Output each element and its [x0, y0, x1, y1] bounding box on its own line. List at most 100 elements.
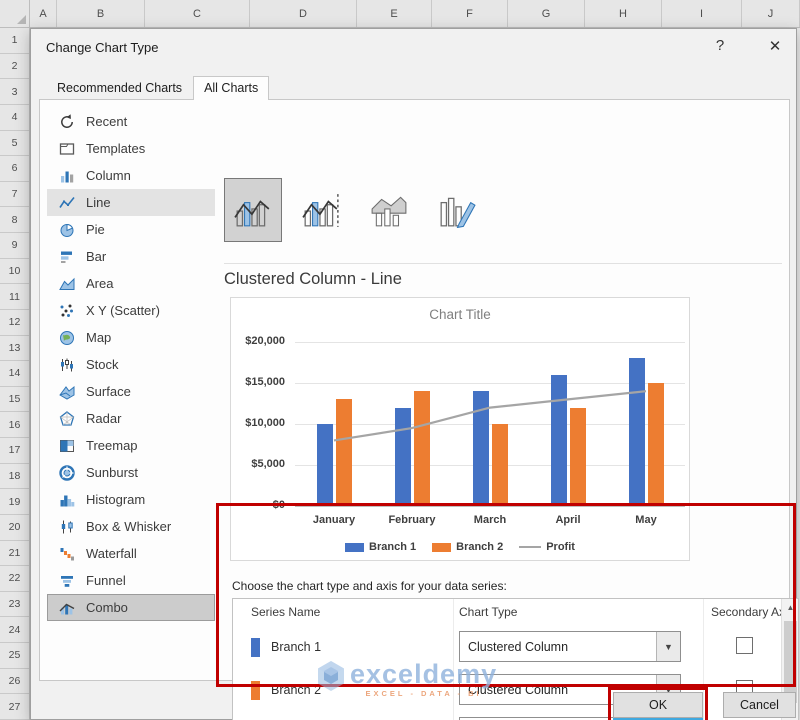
- scatter-icon: [58, 302, 76, 320]
- tab-recommended-charts[interactable]: Recommended Charts: [46, 76, 193, 100]
- sidebar-item-label: Histogram: [86, 492, 145, 507]
- row-header-8[interactable]: 8: [0, 207, 29, 233]
- row-header-7[interactable]: 7: [0, 182, 29, 208]
- column-headers[interactable]: ABCDEFGHIJ: [30, 0, 800, 28]
- subtype-clustered-column-line-secondary-axis-icon[interactable]: [292, 178, 350, 242]
- sidebar-item-waterfall[interactable]: Waterfall: [47, 540, 215, 567]
- chart-subtype-strip: [224, 178, 486, 242]
- sidebar-item-line[interactable]: Line: [47, 189, 215, 216]
- sidebar-item-label: Templates: [86, 141, 145, 156]
- row-header-6[interactable]: 6: [0, 156, 29, 182]
- subtype-stacked-area-clustered-column-icon[interactable]: [360, 178, 418, 242]
- row-header-13[interactable]: 13: [0, 336, 29, 362]
- row-header-14[interactable]: 14: [0, 361, 29, 387]
- sidebar-item-sunburst[interactable]: Sunburst: [47, 459, 215, 486]
- row-header-1[interactable]: 1: [0, 28, 29, 54]
- row-header-10[interactable]: 10: [0, 259, 29, 285]
- sidebar-item-label: Treemap: [86, 438, 138, 453]
- sidebar-item-funnel[interactable]: Funnel: [47, 567, 215, 594]
- sidebar-item-bar[interactable]: Bar: [47, 243, 215, 270]
- row-header-9[interactable]: 9: [0, 233, 29, 259]
- row-header-21[interactable]: 21: [0, 541, 29, 567]
- row-header-25[interactable]: 25: [0, 643, 29, 669]
- bar-branch-2: [648, 383, 664, 506]
- column-header-A[interactable]: A: [30, 0, 57, 27]
- row-header-23[interactable]: 23: [0, 592, 29, 618]
- sidebar-item-surface[interactable]: Surface: [47, 378, 215, 405]
- row-headers[interactable]: 1234567891011121314151617181920212223242…: [0, 28, 30, 720]
- scrollbar-thumb[interactable]: [784, 621, 797, 703]
- sidebar-item-box-whisker[interactable]: Box & Whisker: [47, 513, 215, 540]
- sidebar-item-histogram[interactable]: Histogram: [47, 486, 215, 513]
- series-row-branch-1: Branch 1Clustered Column▼: [233, 629, 783, 665]
- legend-label: Branch 1: [369, 541, 416, 553]
- column-header-F[interactable]: F: [432, 0, 508, 27]
- row-header-5[interactable]: 5: [0, 131, 29, 157]
- chart-type-dropdown[interactable]: Clustered Column▼: [459, 631, 681, 662]
- row-header-26[interactable]: 26: [0, 669, 29, 695]
- gridline: [295, 506, 685, 507]
- dropdown-value: Clustered Column: [460, 640, 656, 654]
- secondary-axis-checkbox[interactable]: [736, 637, 753, 654]
- sidebar-item-pie[interactable]: Pie: [47, 216, 215, 243]
- row-header-12[interactable]: 12: [0, 310, 29, 336]
- row-header-17[interactable]: 17: [0, 438, 29, 464]
- tab-all-charts[interactable]: All Charts: [193, 76, 269, 100]
- sidebar-item-area[interactable]: Area: [47, 270, 215, 297]
- subtype-custom-combination-icon[interactable]: [428, 178, 486, 242]
- chart-type-list: Recent Templates ColumnLinePieBar Area X Y (…: [47, 108, 215, 621]
- column-header-J[interactable]: J: [742, 0, 800, 27]
- column-header-G[interactable]: G: [508, 0, 585, 27]
- column-header-E[interactable]: E: [357, 0, 432, 27]
- row-header-3[interactable]: 3: [0, 79, 29, 105]
- gridline: [295, 383, 685, 384]
- sidebar-item-templates[interactable]: Templates: [47, 135, 215, 162]
- sidebar-item-stock[interactable]: Stock: [47, 351, 215, 378]
- pie-icon: [58, 221, 76, 239]
- row-header-22[interactable]: 22: [0, 566, 29, 592]
- sidebar-item-combo[interactable]: Combo: [47, 594, 215, 621]
- row-header-4[interactable]: 4: [0, 105, 29, 131]
- sidebar-item-treemap[interactable]: Treemap: [47, 432, 215, 459]
- row-header-2[interactable]: 2: [0, 54, 29, 80]
- dialog-title: Change Chart Type: [46, 40, 159, 55]
- sidebar-item-recent[interactable]: Recent: [47, 108, 215, 135]
- dialog-tabs: Recommended ChartsAll Charts: [46, 76, 269, 100]
- row-header-16[interactable]: 16: [0, 412, 29, 438]
- legend-swatch: [345, 543, 364, 552]
- row-header-11[interactable]: 11: [0, 284, 29, 310]
- column-header-H[interactable]: H: [585, 0, 662, 27]
- scroll-up-icon[interactable]: ▲: [782, 599, 799, 616]
- column-header-C[interactable]: C: [145, 0, 250, 27]
- column-header-D[interactable]: D: [250, 0, 357, 27]
- row-header-15[interactable]: 15: [0, 387, 29, 413]
- chart-title: Chart Title: [231, 307, 689, 322]
- column-header-I[interactable]: I: [662, 0, 742, 27]
- y-axis-tick: $0: [231, 499, 285, 511]
- sidebar-item-radar[interactable]: Radar: [47, 405, 215, 432]
- radar-icon: [58, 410, 76, 428]
- sidebar-item-x-y-scatter-[interactable]: X Y (Scatter): [47, 297, 215, 324]
- help-icon[interactable]: ?: [707, 37, 733, 59]
- subtype-clustered-column-line-icon[interactable]: [224, 178, 282, 242]
- column-icon: [58, 167, 76, 185]
- cancel-button[interactable]: Cancel: [723, 692, 796, 718]
- sidebar-item-label: Area: [86, 276, 113, 291]
- select-all-triangle-icon: [17, 15, 26, 24]
- series-section-label: Choose the chart type and axis for your …: [232, 579, 507, 593]
- row-header-24[interactable]: 24: [0, 617, 29, 643]
- row-header-27[interactable]: 27: [0, 694, 29, 720]
- chevron-down-icon[interactable]: ▼: [656, 632, 680, 661]
- bar-icon: [58, 248, 76, 266]
- close-icon[interactable]: ✕: [761, 37, 789, 59]
- ok-button[interactable]: OK: [613, 692, 703, 718]
- select-all-corner[interactable]: [0, 0, 30, 28]
- row-header-20[interactable]: 20: [0, 515, 29, 541]
- bar-branch-1: [473, 391, 489, 506]
- row-header-18[interactable]: 18: [0, 464, 29, 490]
- sidebar-item-column[interactable]: Column: [47, 162, 215, 189]
- y-axis-tick: $15,000: [231, 376, 285, 388]
- sidebar-item-map[interactable]: Map: [47, 324, 215, 351]
- row-header-19[interactable]: 19: [0, 489, 29, 515]
- column-header-B[interactable]: B: [57, 0, 145, 27]
